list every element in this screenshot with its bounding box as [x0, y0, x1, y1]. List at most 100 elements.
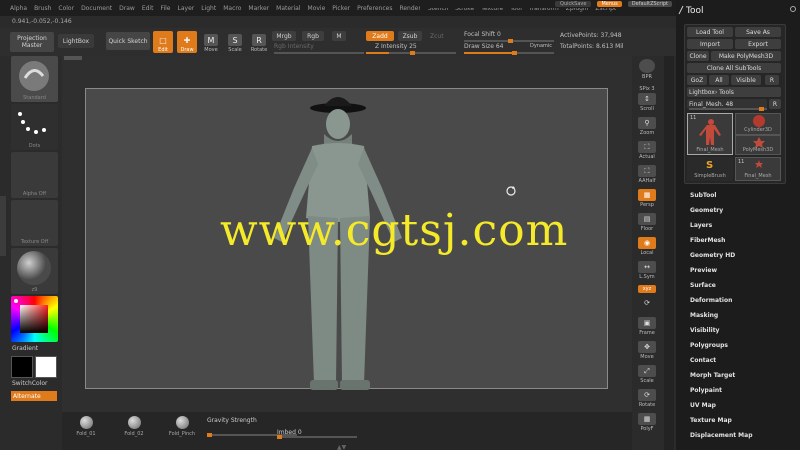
visible-button[interactable]: Visible — [731, 75, 761, 85]
zoom-button[interactable]: ⚲ Zoom — [636, 116, 658, 136]
menu-item[interactable]: Picker — [332, 5, 350, 12]
bpr-button[interactable]: BPR — [636, 58, 658, 80]
mrgb-button[interactable]: Mrgb — [272, 31, 296, 41]
persp-button[interactable]: ▦ Persp — [636, 188, 658, 208]
import-button[interactable]: Import — [687, 39, 733, 49]
z-intensity-slider[interactable] — [366, 51, 456, 55]
rotate-mode-button[interactable]: R Rotate — [249, 31, 269, 53]
menu-displacement-map[interactable]: Displacement Map — [690, 428, 790, 443]
menu-item[interactable]: Draw — [119, 5, 135, 12]
projection-master-button[interactable]: Projection Master — [10, 32, 54, 52]
xyz-button[interactable]: xyz — [636, 282, 658, 294]
color-saturation-square[interactable] — [20, 305, 48, 333]
rgb-intensity-slider[interactable] — [274, 52, 364, 54]
menu-item[interactable]: Macro — [223, 5, 241, 12]
tool-thumb-polymesh3d[interactable]: PolyMesh3D — [735, 135, 781, 155]
menu-subtool[interactable]: SubTool — [690, 188, 790, 203]
aahalf-button[interactable]: ⛶ AAHalf — [636, 164, 658, 184]
brush-fold-02[interactable]: Fold_02 — [114, 416, 154, 437]
menu-fibermesh[interactable]: FiberMesh — [690, 233, 790, 248]
material-picker[interactable]: z9 — [11, 248, 58, 294]
menu-item[interactable]: Movie — [308, 5, 326, 12]
lsym-button[interactable]: ↔ L.Sym — [636, 260, 658, 280]
menu-visibility[interactable]: Visibility — [690, 323, 790, 338]
default-zscript-button[interactable]: DefaultZScript — [627, 1, 672, 7]
menu-polygroups[interactable]: Polygroups — [690, 338, 790, 353]
primary-color-swatch[interactable] — [11, 356, 33, 378]
quick-sketch-button[interactable]: Quick Sketch — [106, 32, 150, 50]
move-mode-button[interactable]: M Move — [201, 31, 221, 53]
m-button[interactable]: M — [332, 31, 346, 41]
brush-picker[interactable]: Standard — [11, 56, 58, 102]
menus-button[interactable]: Menus — [597, 1, 622, 7]
tool-thumb-cylinder3d[interactable]: Cylinder3D — [735, 113, 781, 135]
menu-item[interactable]: Edit — [142, 5, 154, 12]
r-button-tool[interactable]: R — [769, 99, 781, 109]
brush-fold-pinch[interactable]: Fold_Pinch — [162, 416, 202, 437]
menu-item[interactable]: Preferences — [357, 5, 392, 12]
goz-button[interactable]: GoZ — [687, 75, 707, 85]
local-button[interactable]: ◉ Local — [636, 236, 658, 256]
menu-item[interactable]: Alpha — [10, 5, 27, 12]
tool-thumb-final-mesh[interactable]: 11 Final_Mesh — [687, 113, 733, 155]
switch-color-button[interactable]: SwitchColor — [12, 380, 48, 387]
stroke-picker[interactable]: Dots — [11, 104, 58, 150]
bottom-tray-handle[interactable]: ▲▼ — [337, 444, 357, 450]
menu-item[interactable]: Material — [276, 5, 300, 12]
export-button[interactable]: Export — [735, 39, 781, 49]
move-button[interactable]: ✥ Move — [636, 340, 658, 360]
menu-item[interactable]: File — [160, 5, 170, 12]
alternate-button[interactable]: Alternate — [11, 391, 57, 401]
imbed-slider[interactable] — [277, 435, 357, 439]
alpha-picker[interactable]: Alpha Off — [11, 152, 58, 198]
menu-masking[interactable]: Masking — [690, 308, 790, 323]
gradient-label[interactable]: Gradient — [12, 345, 38, 352]
canvas-tab[interactable] — [64, 56, 82, 60]
scale-button[interactable]: ⤢ Scale — [636, 364, 658, 384]
focal-shift-slider[interactable] — [464, 39, 554, 43]
palette-dock-icon[interactable] — [790, 6, 796, 12]
floor-button[interactable]: ▤ Floor — [636, 212, 658, 232]
clone-all-subtools-button[interactable]: Clone All SubTools — [687, 63, 781, 73]
tool-thumb-simplebrush[interactable]: S SimpleBrush — [687, 157, 733, 181]
menu-geometry[interactable]: Geometry — [690, 203, 790, 218]
rotate-axis-button[interactable]: ⟳ — [636, 296, 658, 310]
menu-item[interactable]: Brush — [34, 5, 51, 12]
spix-control[interactable]: SPix 3 — [636, 80, 658, 92]
polyf-button[interactable]: ▦ PolyF — [636, 412, 658, 432]
color-picker[interactable] — [11, 296, 58, 342]
secondary-color-swatch[interactable] — [35, 356, 57, 378]
menu-morph-target[interactable]: Morph Target — [690, 368, 790, 383]
clone-button[interactable]: Clone — [687, 51, 709, 61]
menu-item[interactable]: Document — [81, 5, 112, 12]
brush-fold-01[interactable]: Fold_01 — [66, 416, 106, 437]
right-scrollbar[interactable] — [664, 56, 674, 450]
scale-mode-button[interactable]: S Scale — [225, 31, 245, 53]
frame-button[interactable]: ▣ Frame — [636, 316, 658, 336]
all-button[interactable]: All — [709, 75, 729, 85]
lightbox-tools-button[interactable]: Lightbox› Tools — [687, 87, 781, 97]
dynamic-toggle[interactable]: Dynamic — [530, 43, 552, 49]
draw-size-slider[interactable] — [464, 51, 554, 55]
tool-thumb-final-mesh-2[interactable]: 11 Final_Mesh — [735, 157, 781, 181]
menu-texture-map[interactable]: Texture Map — [690, 413, 790, 428]
edit-mode-button[interactable]: □ Edit — [153, 31, 173, 53]
make-polymesh-button[interactable]: Make PolyMesh3D — [711, 51, 781, 61]
zsub-button[interactable]: Zsub — [398, 31, 422, 41]
menu-contact[interactable]: Contact — [690, 353, 790, 368]
save-as-button[interactable]: Save As — [735, 27, 781, 37]
rotate-button[interactable]: ⟳ Rotate — [636, 388, 658, 408]
menu-uv-map[interactable]: UV Map — [690, 398, 790, 413]
menu-geometry-hd[interactable]: Geometry HD — [690, 248, 790, 263]
zcut-button[interactable]: Zcut — [430, 33, 444, 40]
menu-item[interactable]: Marker — [248, 5, 269, 12]
menu-item[interactable]: Render — [399, 5, 420, 12]
actual-button[interactable]: ⛶ Actual — [636, 140, 658, 160]
menu-item[interactable]: Light — [201, 5, 216, 12]
load-tool-button[interactable]: Load Tool — [687, 27, 733, 37]
menu-deformation[interactable]: Deformation — [690, 293, 790, 308]
menu-layers[interactable]: Layers — [690, 218, 790, 233]
zadd-button[interactable]: Zadd — [366, 31, 394, 41]
menu-item[interactable]: Color — [58, 5, 74, 12]
r-button-goz[interactable]: R — [765, 75, 779, 85]
